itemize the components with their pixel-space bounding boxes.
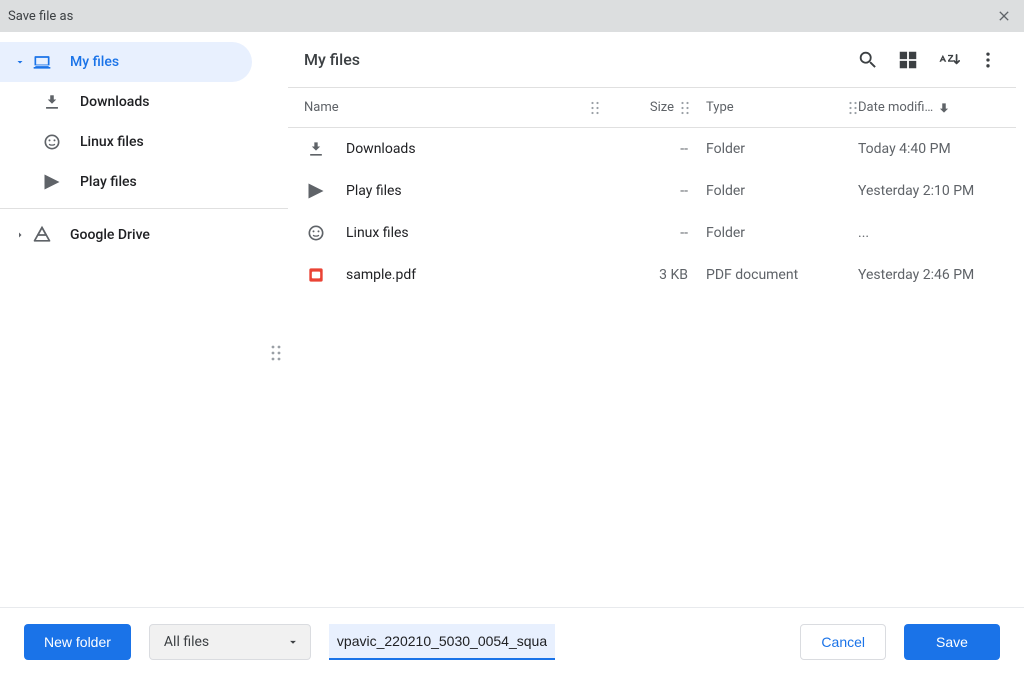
sort-button[interactable] [928, 40, 968, 80]
window-title: Save file as [8, 9, 73, 24]
sidebar: My files Downloads Linux files Play file… [0, 32, 288, 607]
close-icon [996, 8, 1012, 24]
download-icon [304, 137, 328, 161]
main-pane: My files Name [288, 32, 1024, 607]
file-list: Downloads -- Folder Today 4:40 PM Play f… [288, 128, 1016, 607]
file-type: Folder [698, 141, 858, 157]
grid-icon [897, 49, 919, 71]
file-date: Yesterday 2:10 PM [858, 183, 1008, 199]
search-button[interactable] [848, 40, 888, 80]
sidebar-item-linux-files[interactable]: Linux files [0, 122, 288, 162]
column-header-type[interactable]: Type [698, 100, 858, 115]
sort-desc-icon [937, 101, 951, 115]
footer: New folder All files Cancel Save [0, 607, 1024, 675]
file-type-select[interactable]: All files [149, 624, 311, 660]
titlebar: Save file as [0, 0, 1024, 32]
download-icon [40, 90, 64, 114]
column-header-name[interactable]: Name [304, 100, 608, 115]
sidebar-item-label: Downloads [80, 94, 149, 110]
file-size: 3 KB [608, 267, 698, 283]
more-options-button[interactable] [968, 40, 1008, 80]
file-name: Downloads [346, 141, 608, 157]
play-icon [40, 170, 64, 194]
sidebar-item-label: Linux files [80, 134, 144, 150]
linux-icon [304, 221, 328, 245]
sidebar-item-label: My files [70, 54, 119, 70]
column-header-size[interactable]: Size [608, 100, 698, 115]
table-row[interactable]: Play files -- Folder Yesterday 2:10 PM [288, 170, 1016, 212]
chevron-down-icon [10, 56, 30, 68]
table-row[interactable]: Downloads -- Folder Today 4:40 PM [288, 128, 1016, 170]
cancel-button[interactable]: Cancel [800, 624, 886, 660]
laptop-icon [30, 50, 54, 74]
file-date: ... [858, 225, 1008, 241]
search-icon [857, 49, 879, 71]
column-grip-icon[interactable] [680, 101, 690, 115]
file-name: Play files [346, 183, 608, 199]
file-size: -- [608, 225, 698, 241]
play-icon [304, 179, 328, 203]
sidebar-item-label: Play files [80, 174, 137, 190]
chevron-right-icon [10, 229, 30, 241]
main-header: My files [288, 32, 1016, 88]
location-title: My files [304, 50, 848, 69]
file-date: Today 4:40 PM [858, 141, 1008, 157]
sidebar-item-label: Google Drive [70, 227, 150, 243]
sidebar-divider [0, 208, 288, 209]
sidebar-resize-handle[interactable] [270, 344, 282, 362]
table-header: Name Size Type Date modifi… [288, 88, 1016, 128]
chevron-down-icon [286, 635, 300, 649]
column-grip-icon[interactable] [848, 101, 858, 115]
drive-icon [30, 223, 54, 247]
file-type: Folder [698, 183, 858, 199]
pdf-icon [304, 263, 328, 287]
more-vert-icon [978, 50, 998, 70]
new-folder-button[interactable]: New folder [24, 624, 131, 660]
close-button[interactable] [992, 4, 1016, 28]
view-toggle-button[interactable] [888, 40, 928, 80]
file-type-selected: All files [164, 634, 209, 650]
sort-az-icon [936, 49, 960, 71]
filename-input[interactable] [329, 624, 555, 660]
linux-icon [40, 130, 64, 154]
sidebar-item-my-files[interactable]: My files [0, 42, 252, 82]
sidebar-item-google-drive[interactable]: Google Drive [0, 215, 288, 255]
sidebar-item-play-files[interactable]: Play files [0, 162, 288, 202]
save-button[interactable]: Save [904, 624, 1000, 660]
file-size: -- [608, 141, 698, 157]
column-header-date[interactable]: Date modifi… [858, 100, 1008, 115]
sidebar-item-downloads[interactable]: Downloads [0, 82, 288, 122]
file-date: Yesterday 2:46 PM [858, 267, 1008, 283]
file-name: sample.pdf [346, 267, 608, 283]
table-row[interactable]: Linux files -- Folder ... [288, 212, 1016, 254]
file-type: Folder [698, 225, 858, 241]
file-type: PDF document [698, 267, 858, 283]
table-row[interactable]: sample.pdf 3 KB PDF document Yesterday 2… [288, 254, 1016, 296]
file-name: Linux files [346, 225, 608, 241]
column-grip-icon[interactable] [590, 101, 600, 115]
file-size: -- [608, 183, 698, 199]
